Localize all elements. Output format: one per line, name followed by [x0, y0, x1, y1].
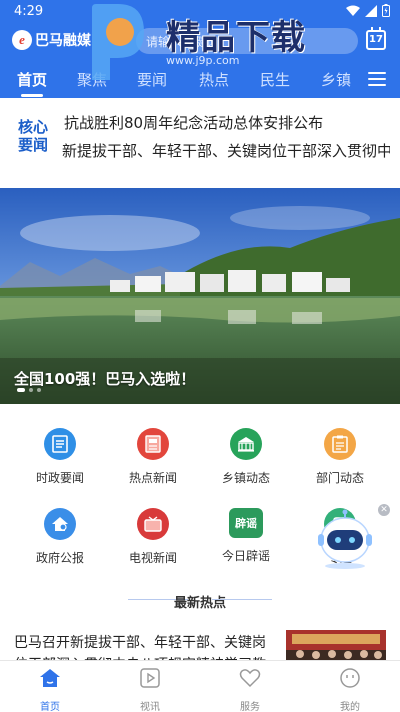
active-tab-indicator — [21, 94, 43, 97]
calendar-icon[interactable]: 17 — [366, 27, 386, 50]
rumor-icon: 辟谣 — [229, 508, 263, 538]
grid-label: 部门动态 — [315, 471, 364, 485]
grid-label: 今日辟谣 — [221, 549, 270, 563]
status-bar: 4:29 — [0, 0, 400, 24]
headline-item[interactable]: 抗战胜利80周年纪念活动总体安排公布 — [64, 112, 323, 133]
nav-label: 我的 — [340, 702, 360, 712]
headline-item[interactable]: 新提拔干部、年轻干部、关键岗位干部深入贯彻中 — [62, 140, 390, 161]
grid-item-gazette[interactable]: 政府公报 — [15, 508, 105, 566]
search-input[interactable]: 请输入关键词 — [136, 28, 358, 54]
grid-label: 电视新闻 — [128, 551, 177, 565]
section-title-hot: 最新热点 — [173, 596, 226, 611]
grid-item-tv-news[interactable]: 电视新闻 — [108, 508, 198, 566]
grid-label: 时政要闻 — [35, 471, 84, 485]
carousel-dots — [17, 388, 41, 392]
grid-item-rumor[interactable]: 辟谣 今日辟谣 — [201, 508, 291, 564]
banner-carousel[interactable]: 全国100强！巴马入选啦！ — [0, 188, 400, 404]
grid-label: 乡镇动态 — [221, 471, 270, 485]
tab-township[interactable]: 乡镇 — [321, 69, 351, 90]
tab-home[interactable]: 首页 — [17, 69, 47, 90]
home-gear-icon — [44, 508, 76, 540]
face-icon — [340, 668, 360, 688]
grid-item-politics[interactable]: 时政要闻 — [15, 428, 105, 486]
calendar-day: 17 — [369, 34, 383, 45]
tab-focus[interactable]: 聚焦 — [77, 69, 107, 90]
tab-news[interactable]: 要闻 — [137, 69, 167, 90]
grid-item-hot-news[interactable]: 热点新闻 — [108, 428, 198, 486]
app-header: 4:29 e 巴马融媒 请输入关键词 17 首页 聚焦 要闻 热点 民生 乡镇 — [0, 0, 400, 98]
banner-caption: 全国100强！巴马入选啦！ — [14, 370, 196, 388]
status-time: 4:29 — [14, 4, 44, 19]
grid-item-township[interactable]: 乡镇动态 — [201, 428, 291, 486]
grid-label: 政府公报 — [35, 551, 84, 565]
app-logo[interactable]: e 巴马融媒 — [12, 30, 91, 50]
nav-video[interactable]: 视讯 — [120, 667, 180, 712]
status-icons — [346, 4, 390, 17]
clipboard-icon — [324, 428, 356, 460]
nav-label: 首页 — [40, 702, 60, 712]
news-icon — [137, 428, 169, 460]
channel-tabs: 首页 聚焦 要闻 热点 民生 乡镇 — [0, 66, 400, 96]
nav-home[interactable]: 首页 — [20, 667, 80, 712]
home-icon — [40, 669, 60, 687]
nav-label: 服务 — [240, 702, 260, 712]
close-icon[interactable]: ✕ — [378, 504, 390, 516]
play-icon — [140, 668, 160, 688]
menu-icon[interactable] — [368, 72, 386, 86]
headline-ticker: 核心 要闻 抗战胜利80周年纪念活动总体安排公布 新提拔干部、年轻干部、关键岗位… — [0, 98, 400, 188]
document-icon — [44, 428, 76, 460]
grid-label: 热点新闻 — [128, 471, 177, 485]
tab-hot[interactable]: 热点 — [199, 69, 229, 90]
app-name: 巴马融媒 — [35, 33, 91, 49]
bottom-nav: 首页 视讯 服务 我的 — [0, 660, 400, 712]
divider — [212, 599, 272, 600]
assistant-robot-icon[interactable] — [316, 508, 374, 570]
wifi-icon — [346, 5, 360, 16]
logo-badge: e — [12, 30, 32, 50]
search-placeholder: 请输入关键词 — [146, 35, 219, 49]
signal-icon — [365, 4, 377, 17]
building-icon — [230, 428, 262, 460]
headline-tag: 核心 要闻 — [17, 118, 48, 154]
tab-livelihood[interactable]: 民生 — [260, 69, 290, 90]
nav-service[interactable]: 服务 — [220, 667, 280, 712]
nav-mine[interactable]: 我的 — [320, 667, 380, 712]
heart-icon — [239, 669, 261, 688]
tv-icon — [137, 508, 169, 540]
battery-icon — [382, 4, 390, 17]
grid-item-department[interactable]: 部门动态 — [295, 428, 385, 486]
top-bar: e 巴马融媒 请输入关键词 17 — [0, 24, 400, 60]
nav-label: 视讯 — [140, 702, 160, 712]
